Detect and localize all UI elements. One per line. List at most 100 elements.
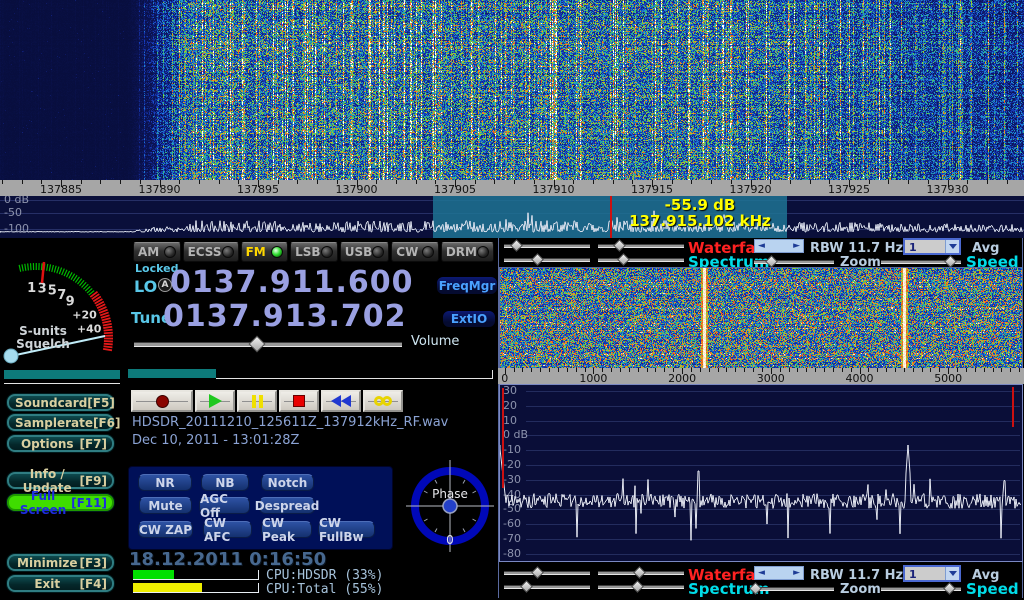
slider-thumb[interactable] bbox=[520, 580, 533, 593]
scroll-right-icon[interactable]: ► bbox=[793, 569, 800, 578]
rf-waterfall-display[interactable] bbox=[0, 0, 1024, 180]
rf-spectrum-strip[interactable]: 0 dB -50 -100 -55.9 dB 137.915.102 kHz bbox=[0, 196, 1024, 238]
wf-brightness-slider-top[interactable] bbox=[504, 240, 590, 252]
button-key: [F4] bbox=[79, 577, 112, 591]
button-label: Exit bbox=[9, 577, 79, 591]
slider-thumb[interactable] bbox=[765, 255, 778, 268]
slider-track[interactable] bbox=[504, 258, 590, 262]
nr-button[interactable]: NR bbox=[138, 474, 192, 491]
stop-button[interactable] bbox=[279, 390, 319, 412]
avg-select-top[interactable]: 1 bbox=[903, 238, 961, 255]
sp-range-slider-top[interactable] bbox=[598, 254, 684, 266]
cw-fullbw-button[interactable]: CW FullBw bbox=[318, 521, 375, 538]
rf-frequency-scale[interactable]: 1378851378901378951379001379051379101379… bbox=[0, 180, 1024, 196]
slider-thumb[interactable] bbox=[532, 253, 545, 266]
slider-track[interactable] bbox=[134, 342, 402, 347]
agc-button[interactable]: AGC Off bbox=[199, 497, 250, 514]
af-waterfall-display[interactable] bbox=[499, 267, 1023, 369]
avg-select-bottom[interactable]: 1 bbox=[903, 565, 961, 582]
sp-range-slider-bottom[interactable] bbox=[598, 581, 684, 593]
extio-button[interactable]: ExtIO bbox=[442, 310, 496, 328]
mode-am-button[interactable]: AM bbox=[133, 242, 181, 262]
volume-slider[interactable] bbox=[134, 337, 402, 351]
notch-button[interactable]: Notch bbox=[261, 474, 314, 491]
fullscreen-button[interactable]: Full Screen[F11] bbox=[7, 494, 114, 511]
scroll-left-icon[interactable]: ◄ bbox=[758, 242, 765, 251]
exit-button[interactable]: Exit[F4] bbox=[7, 575, 114, 592]
record-button[interactable] bbox=[131, 390, 193, 412]
mode-drm-button[interactable]: DRM bbox=[441, 242, 494, 262]
soundcard-button[interactable]: Soundcard[F5] bbox=[7, 394, 114, 411]
slider-thumb[interactable] bbox=[532, 566, 545, 579]
slider-thumb[interactable] bbox=[617, 253, 630, 266]
mode-cw-button[interactable]: CW bbox=[391, 242, 439, 262]
play-button[interactable] bbox=[195, 390, 235, 412]
slider-thumb[interactable] bbox=[510, 239, 523, 252]
scale-tick bbox=[735, 368, 736, 372]
mode-label: DRM bbox=[446, 245, 477, 259]
af-frequency-scale[interactable]: 010002000300040005000 bbox=[498, 368, 1024, 384]
phase-dial[interactable]: Phase 0 bbox=[406, 460, 494, 552]
scroll-right-icon[interactable]: ► bbox=[793, 242, 800, 251]
dropdown-arrow-icon[interactable] bbox=[945, 567, 959, 580]
slider-thumb[interactable] bbox=[631, 580, 644, 593]
button-key: [F9] bbox=[79, 474, 112, 488]
mode-lsb-button[interactable]: LSB bbox=[290, 242, 338, 262]
cw-peak-button[interactable]: CW Peak bbox=[261, 521, 312, 538]
af-spectrum-display[interactable]: 3020100 dB-10-20-30-40-50-60-70-80 bbox=[499, 384, 1023, 562]
slider-thumb[interactable] bbox=[633, 566, 646, 579]
mode-ecss-button[interactable]: ECSS bbox=[183, 242, 239, 262]
slider-track[interactable] bbox=[504, 585, 590, 589]
signal-level-bar bbox=[4, 370, 120, 379]
sp-gain-slider-bottom[interactable] bbox=[504, 581, 590, 593]
slider-track[interactable] bbox=[598, 244, 684, 248]
rbw-scrollbar-top[interactable]: ◄► bbox=[754, 239, 804, 253]
slider-track[interactable] bbox=[504, 571, 590, 575]
nb-button[interactable]: NB bbox=[201, 474, 249, 491]
cw-zap-button[interactable]: CW ZAP bbox=[138, 521, 193, 538]
mute-button[interactable]: Mute bbox=[139, 497, 192, 514]
mode-fm-button[interactable]: FM bbox=[241, 242, 289, 262]
phase-knob[interactable] bbox=[443, 499, 457, 513]
mode-label: FM bbox=[246, 245, 266, 259]
scale-tick bbox=[2, 180, 3, 184]
volume-slider-thumb[interactable] bbox=[249, 336, 266, 353]
slider-track[interactable] bbox=[754, 587, 834, 591]
play-icon bbox=[209, 394, 222, 408]
minimize-button[interactable]: Minimize[F3] bbox=[7, 554, 114, 571]
despread-button[interactable]: Despread bbox=[259, 497, 315, 514]
scroll-left-icon[interactable]: ◄ bbox=[758, 569, 765, 578]
slider-track[interactable] bbox=[598, 258, 684, 262]
scale-tick bbox=[993, 368, 994, 372]
squelch-knob[interactable] bbox=[4, 349, 18, 363]
speed-slider-bottom[interactable] bbox=[881, 583, 961, 595]
mode-label: AM bbox=[138, 245, 159, 259]
slider-thumb[interactable] bbox=[613, 239, 626, 252]
wf-brightness-slider-bottom[interactable] bbox=[504, 567, 590, 579]
wf-contrast-slider-bottom[interactable] bbox=[598, 567, 684, 579]
s-meter: 13579+20+40 S-units Squelch bbox=[0, 238, 128, 388]
info-update-button[interactable]: Info / Update[F9] bbox=[7, 472, 114, 489]
rewind-button[interactable] bbox=[321, 390, 361, 412]
rbw-scrollbar-bottom[interactable]: ◄► bbox=[754, 566, 804, 580]
wf-contrast-slider-top[interactable] bbox=[598, 240, 684, 252]
cw-afc-button[interactable]: CW AFC bbox=[203, 521, 252, 538]
clock-display: 18.12.2011 0:16:50 bbox=[129, 549, 326, 570]
scale-tick bbox=[494, 180, 495, 184]
options-button[interactable]: Options[F7] bbox=[7, 435, 114, 452]
mode-label: USB bbox=[345, 245, 373, 259]
slider-thumb[interactable] bbox=[943, 582, 956, 595]
sp-gain-slider-top[interactable] bbox=[504, 254, 590, 266]
slider-thumb[interactable] bbox=[944, 255, 957, 268]
lo-frequency-display[interactable]: 0137.911.600 bbox=[170, 268, 414, 298]
scale-label: 5000 bbox=[918, 372, 978, 384]
dropdown-arrow-icon[interactable] bbox=[945, 240, 959, 253]
samplerate-button[interactable]: Samplerate[F6] bbox=[7, 414, 114, 431]
loop-button[interactable] bbox=[363, 390, 403, 412]
playback-progress[interactable] bbox=[128, 368, 493, 380]
mode-usb-button[interactable]: USB bbox=[340, 242, 390, 262]
freqmgr-button[interactable]: FreqMgr bbox=[436, 276, 498, 295]
tune-frequency-display[interactable]: 0137.913.702 bbox=[163, 302, 407, 332]
zoom-slider-bottom[interactable] bbox=[754, 583, 834, 595]
pause-button[interactable] bbox=[237, 390, 277, 412]
